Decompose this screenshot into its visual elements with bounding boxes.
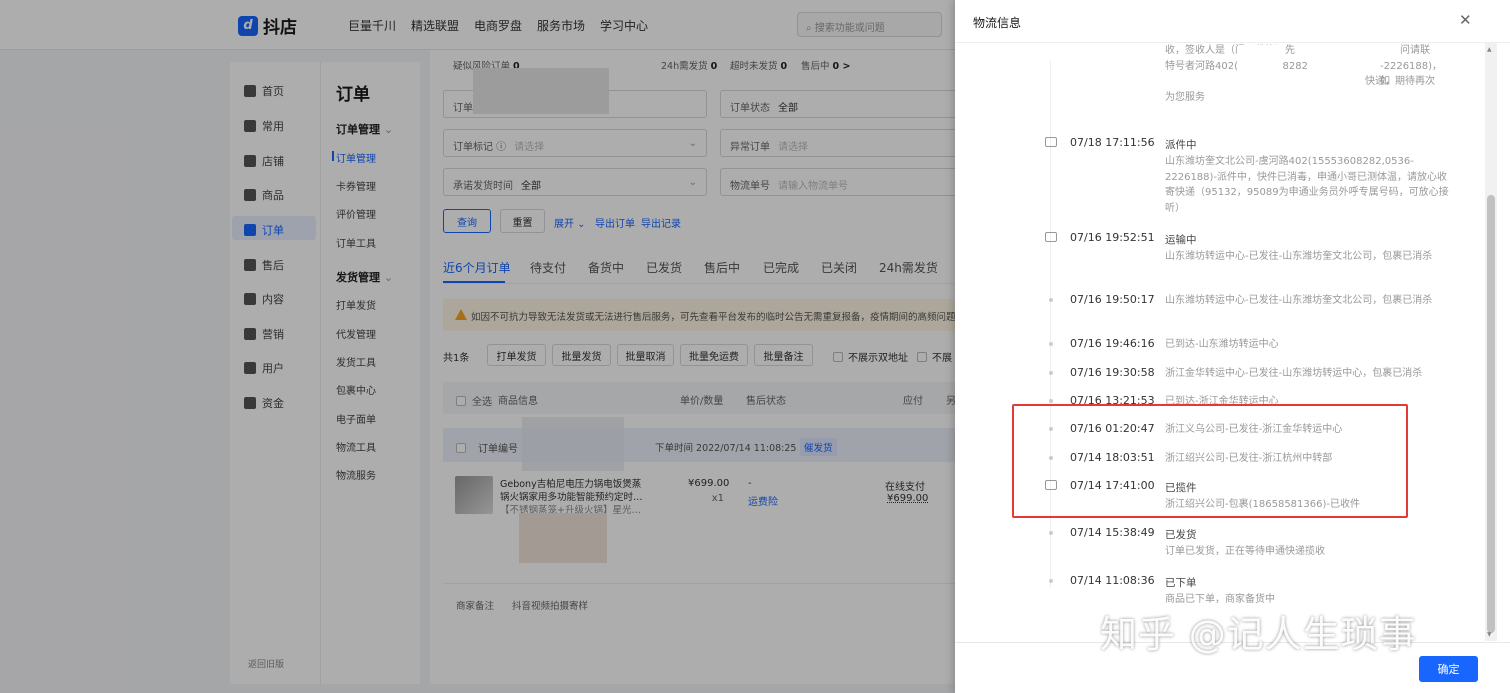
event-time: 07/18 17:11:56 [1070,136,1155,149]
event-status: 运输中 [1165,234,1197,246]
watermark: 知乎 @记人生琐事 [1100,613,1417,656]
timeline-dot [1049,399,1053,403]
scroll-up-icon[interactable]: ▲ [1487,46,1492,53]
scrollbar-thumb[interactable] [1487,195,1495,633]
close-icon[interactable]: ✕ [1459,11,1472,29]
event-detail: 浙江金华转运中心-已发往-山东潍坊转运中心，包裹已消杀 [1165,368,1423,379]
event-status: 已下单 [1165,577,1197,589]
delivery-icon [1045,137,1057,147]
event-detail: 山东潍坊转运中心-已发往-山东潍坊奎文北公司，包裹已消杀 [1165,251,1433,262]
modal-overlay[interactable] [0,0,955,693]
event-detail: 山东潍坊转运中心-已发往-山东潍坊奎文北公司，包裹已消杀 [1165,295,1433,306]
event-status: 已发货 [1165,529,1197,541]
event-status: 派件中 [1165,139,1197,151]
highlight-box [1012,404,1408,518]
truck-icon [1045,232,1057,242]
event-time: 07/14 11:08:36 [1070,574,1155,587]
timeline-dot [1049,371,1053,375]
event-time: 07/16 19:50:17 [1070,293,1155,306]
confirm-button[interactable]: 确定 [1419,656,1478,682]
event-detail: 已到达-山东潍坊转运中心 [1165,339,1279,350]
timeline-dot [1049,298,1053,302]
event-time: 07/16 19:30:58 [1070,366,1155,379]
timeline-dot [1049,531,1053,535]
event-time: 07/14 15:38:49 [1070,526,1155,539]
event-detail: 山东潍坊奎文北公司-虞河路402(15553608282,0536-222618… [1165,156,1449,214]
scroll-down-icon[interactable]: ▼ [1487,631,1492,638]
redacted-area [1238,45,1282,111]
timeline-fragment-right: 问请联 -2226188)，如 [1380,45,1443,87]
timeline-dot [1049,579,1053,583]
event-detail: 订单已发货，正在等待申通快递揽收 [1165,546,1325,557]
redacted-area [1330,43,1374,69]
drawer-title: 物流信息 [973,16,1022,30]
timeline-dot [1049,342,1053,346]
event-time: 07/16 19:46:16 [1070,337,1155,350]
event-time: 07/16 19:52:51 [1070,231,1155,244]
